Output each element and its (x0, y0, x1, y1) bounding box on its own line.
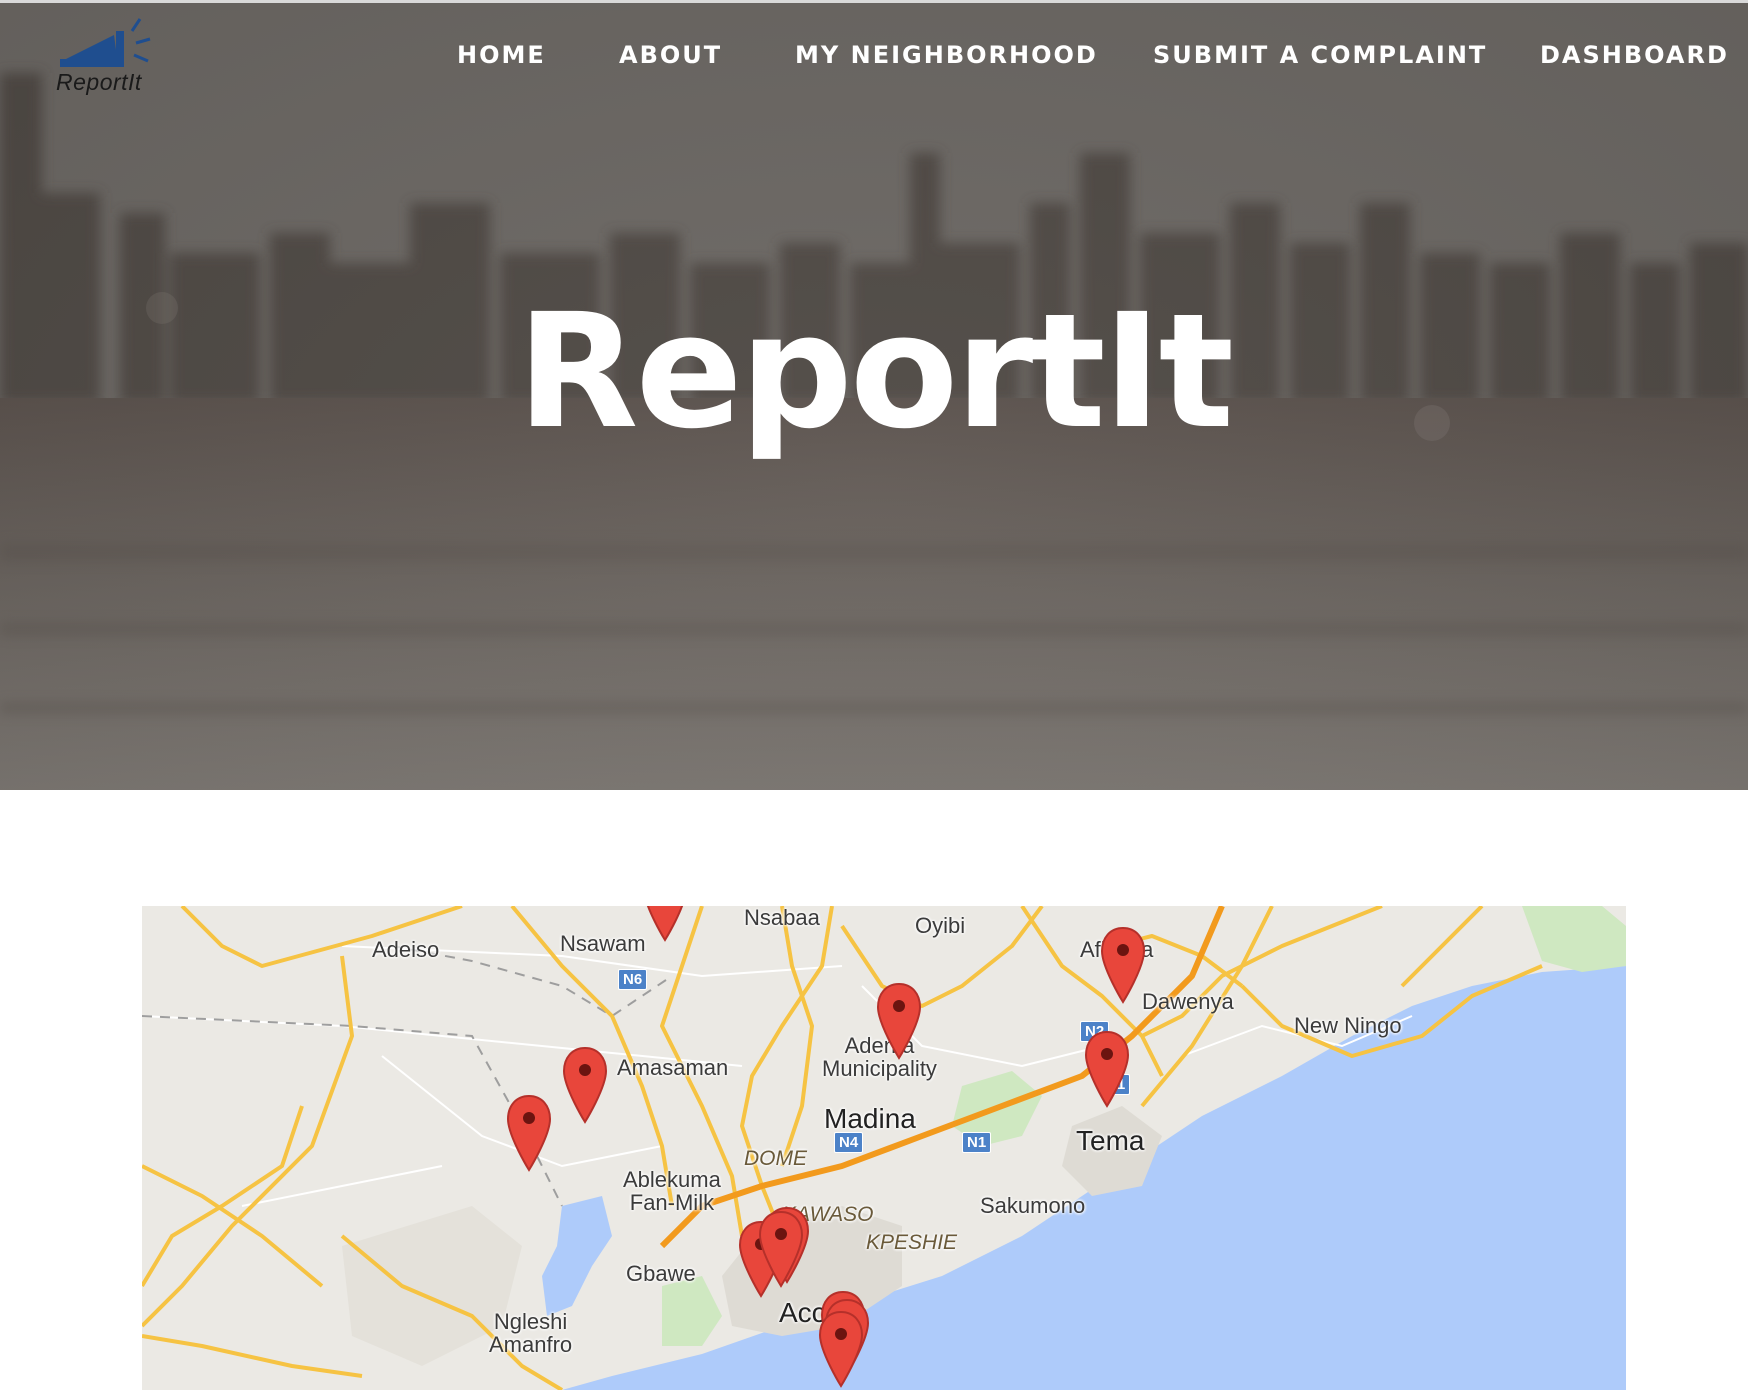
map-marker-icon[interactable] (876, 982, 922, 1060)
map-marker-icon[interactable] (1100, 926, 1146, 1004)
map-place-label: Amasaman (617, 1055, 729, 1080)
hero-banner: ReportIt HOME ABOUT MY NEIGHBORHOOD SUBM… (0, 3, 1748, 790)
map-place-label: Oyibi (915, 913, 966, 938)
map-place-label: Dawenya (1142, 989, 1234, 1014)
complaints-map[interactable]: Nsabaa Oyibi Adeiso Nsawam Afienya Dawen… (142, 906, 1626, 1390)
nav-home[interactable]: HOME (457, 41, 546, 69)
map-place-label: Ablekuma Fan-Milk (623, 1167, 721, 1216)
map-place-label: KPESHIE (866, 1231, 958, 1254)
map-marker-icon[interactable] (506, 1094, 552, 1172)
map-marker-icon[interactable] (642, 906, 688, 942)
map-base (142, 906, 1626, 1390)
map-place-label: Madina (824, 1103, 916, 1134)
map-place-label: Adeiso (372, 937, 440, 962)
logo-text[interactable]: ReportIt (56, 69, 142, 96)
map-place-label: Nsawam (560, 931, 646, 956)
road-shield: N4 (834, 1132, 864, 1153)
map-place-label: Sakumono (980, 1193, 1086, 1218)
map-marker-icon[interactable] (562, 1046, 608, 1124)
map-marker-icon[interactable] (818, 1310, 864, 1388)
map-place-label: New Ningo (1294, 1013, 1402, 1038)
road-shield: N1 (962, 1132, 992, 1153)
road-shield: N6 (618, 969, 648, 990)
nav-my-neighborhood[interactable]: MY NEIGHBORHOOD (795, 41, 1098, 69)
nav-submit-complaint[interactable]: SUBMIT A COMPLAINT (1153, 41, 1487, 69)
map-place-label: Tema (1076, 1125, 1145, 1156)
map-place-label: Ngleshi Amanfro (489, 1309, 573, 1358)
map-marker-icon[interactable] (758, 1210, 804, 1288)
hero-title: ReportIt (516, 280, 1234, 464)
main-nav: HOME ABOUT MY NEIGHBORHOOD SUBMIT A COMP… (0, 41, 1748, 71)
map-place-label: DOME (744, 1147, 807, 1170)
nav-dashboard[interactable]: DASHBOARD (1540, 41, 1729, 69)
map-marker-icon[interactable] (1084, 1030, 1130, 1108)
map-place-label: Nsabaa (744, 906, 820, 930)
map-place-label: Gbawe (626, 1261, 696, 1286)
nav-about[interactable]: ABOUT (619, 41, 722, 69)
